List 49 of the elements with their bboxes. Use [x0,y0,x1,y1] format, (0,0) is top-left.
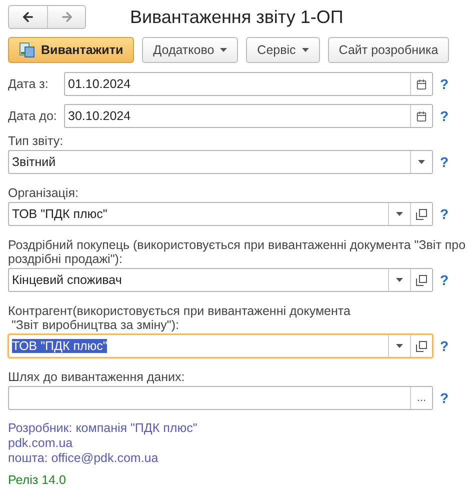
help-link[interactable]: ? [440,272,449,288]
help-link[interactable]: ? [440,108,449,124]
date-field[interactable]: 01.10.2024 [64,72,433,96]
open-button[interactable] [410,335,432,357]
caret-icon [220,48,228,52]
help-link[interactable]: ? [440,154,449,170]
window-title: Вивантаження звіту 1-ОП [130,6,344,28]
email-text: пошта: office@pdk.com.ua [8,451,158,466]
select-field[interactable]: ТОВ "ПДК плюс" [8,334,433,358]
dropdown-button[interactable] [410,151,432,173]
release-text: Реліз 14.0 [8,473,66,488]
select-field[interactable]: Кінцевий споживач [8,268,433,292]
caret-icon [396,212,403,216]
field-label: Тип звіту: [8,134,64,148]
open-button[interactable] [410,203,432,225]
help-link[interactable]: ? [440,338,449,354]
caret-icon [396,278,403,282]
calendar-button[interactable] [410,73,432,95]
menu-button[interactable]: Сервіс [246,37,320,63]
open-window-icon [416,274,427,286]
field-label: Дата до: [8,109,58,123]
date-field[interactable]: 30.10.2024 [64,104,433,128]
open-window-icon [416,340,427,352]
open-window-icon [416,208,427,220]
field-label: Організація: [8,186,80,200]
path-field[interactable]: ... [8,386,433,410]
help-link[interactable]: ? [440,76,449,92]
export-icon [19,42,35,58]
caret-icon [418,160,425,164]
caret-icon [396,344,403,348]
menu-button[interactable]: Додатково [142,37,238,63]
calendar-icon [416,78,427,90]
calendar-button[interactable] [410,105,432,127]
select-field[interactable]: Звітний [8,150,433,174]
browse-button[interactable]: ... [410,387,432,409]
select-field[interactable]: ТОВ "ПДК плюс" [8,202,433,226]
field-label: Шлях до вивантаження даних: [8,370,186,384]
export-button[interactable]: Вивантажити [8,37,134,63]
field-label: Контрагент(використовується при вивантаженні документа "Звіт виробництва за зміну"): [8,304,352,332]
toolbar-button[interactable]: Сайт розробника [328,37,450,63]
developer-text: Розробник: компанія "ПДК плюс" [8,421,198,436]
caret-icon [302,48,309,52]
open-button[interactable] [410,269,432,291]
website-link[interactable]: pdk.com.ua [8,436,73,451]
help-link[interactable]: ? [440,206,449,222]
help-link[interactable]: ? [440,390,449,406]
field-label: Роздрібний покупець (використовується при вивантаженні документа "Звіт про роздрібні продажі"): [8,238,467,266]
field-label: Дата з: [8,77,50,91]
calendar-icon [416,110,427,122]
